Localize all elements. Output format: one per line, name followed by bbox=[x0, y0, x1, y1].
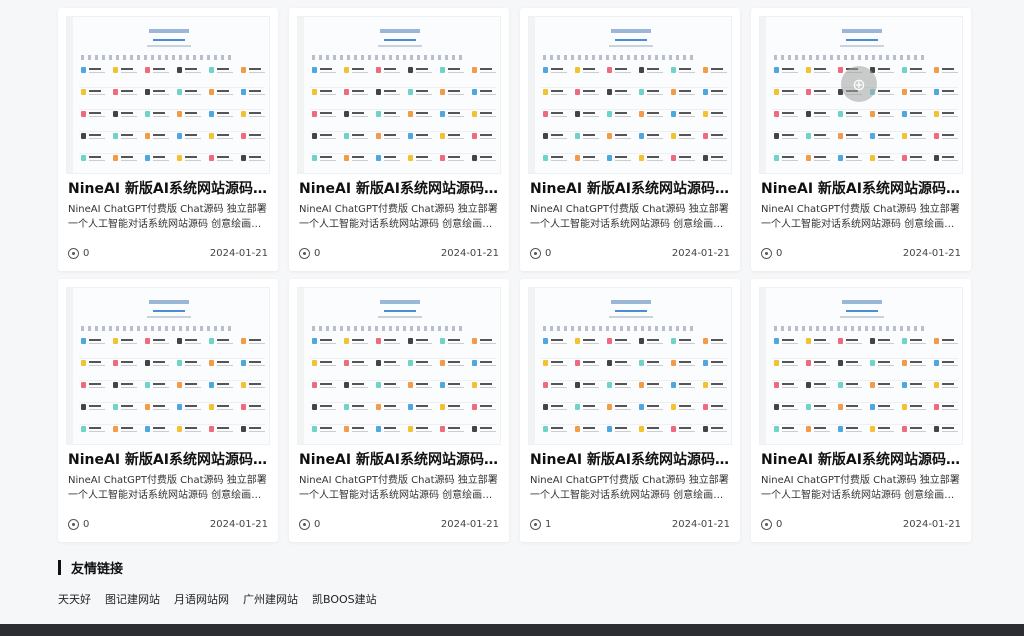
card-meta: 0 2024-01-21 bbox=[299, 519, 499, 530]
card-date: 2024-01-21 bbox=[440, 519, 499, 530]
friend-link-5[interactable]: 凯BOOS建站 bbox=[312, 591, 377, 607]
card-meta: 0 2024-01-21 bbox=[530, 248, 730, 259]
card-date: 2024-01-21 bbox=[671, 248, 730, 259]
view-count-value: 1 bbox=[545, 519, 552, 530]
card-description: NineAI ChatGPT付费版 Chat源码 独立部署 一个人工智能对话系统… bbox=[530, 475, 729, 501]
friend-link-2[interactable]: 图记建网站 bbox=[105, 591, 160, 607]
eye-icon bbox=[530, 248, 541, 259]
card-thumbnail[interactable] bbox=[66, 287, 270, 445]
friend-links-list: 天天好 图记建网站 月语网站网 广州建网站 凯BOOS建站 bbox=[58, 591, 377, 607]
card-title[interactable]: NineAI 新版AI系统网站源码 C... bbox=[530, 178, 730, 198]
eye-icon bbox=[299, 519, 310, 530]
view-count: 0 bbox=[68, 248, 89, 259]
card-title[interactable]: NineAI 新版AI系统网站源码 ... bbox=[68, 178, 268, 198]
eye-icon bbox=[530, 519, 541, 530]
card-description: NineAI ChatGPT付费版 Chat源码 独立部署 一个人工智能对话系统… bbox=[68, 204, 267, 230]
card-meta: 0 2024-01-21 bbox=[761, 519, 961, 530]
card-meta: 1 2024-01-21 bbox=[530, 519, 730, 530]
card-title[interactable]: NineAI 新版AI系统网站源码 C... bbox=[761, 178, 961, 198]
card-date: 2024-01-21 bbox=[902, 248, 961, 259]
friend-link-4[interactable]: 广州建网站 bbox=[243, 591, 298, 607]
link-icon[interactable]: ⊕ bbox=[841, 66, 877, 102]
product-card[interactable]: ⊕ NineAI 新版AI系统网站源码 C... NineAI ChatGPT付费版… bbox=[751, 8, 971, 271]
friend-links-title: 友情链接 bbox=[71, 562, 124, 577]
product-card[interactable]: NineAI 新版AI系统网站源码 C... NineAI ChatGPT付费版 … bbox=[751, 279, 971, 542]
eye-icon bbox=[761, 248, 772, 259]
card-thumbnail[interactable] bbox=[528, 16, 732, 174]
view-count-value: 0 bbox=[83, 248, 90, 259]
eye-icon bbox=[68, 248, 79, 259]
eye-icon bbox=[68, 519, 79, 530]
view-count: 0 bbox=[761, 248, 782, 259]
product-card[interactable]: NineAI 新版AI系统网站源码 ... NineAI ChatGPT付费版 C… bbox=[58, 279, 278, 542]
product-card[interactable]: NineAI 新版AI系统网站源码 C... NineAI ChatGPT付费版 … bbox=[520, 279, 740, 542]
friend-link-1[interactable]: 天天好 bbox=[58, 591, 91, 607]
view-count-value: 0 bbox=[776, 248, 783, 259]
card-thumbnail[interactable] bbox=[297, 16, 501, 174]
card-date: 2024-01-21 bbox=[440, 248, 499, 259]
friend-links-section: 友情链接 天天好 图记建网站 月语网站网 广州建网站 凯BOOS建站 bbox=[58, 558, 377, 607]
view-count-value: 0 bbox=[776, 519, 783, 530]
eye-icon bbox=[761, 519, 772, 530]
card-title[interactable]: NineAI 新版AI系统网站源码 ... bbox=[68, 449, 268, 469]
view-count: 1 bbox=[530, 519, 551, 530]
product-card[interactable]: NineAI 新版AI系统网站源码 C... NineAI ChatGPT付费版 … bbox=[289, 8, 509, 271]
card-date: 2024-01-21 bbox=[671, 519, 730, 530]
card-title[interactable]: NineAI 新版AI系统网站源码 C... bbox=[761, 449, 961, 469]
friend-link-3[interactable]: 月语网站网 bbox=[174, 591, 229, 607]
card-description: NineAI ChatGPT付费版 Chat源码 独立部署 一个人工智能对话系统… bbox=[530, 204, 729, 230]
eye-icon bbox=[299, 248, 310, 259]
card-meta: 0 2024-01-21 bbox=[761, 248, 961, 259]
view-count: 0 bbox=[299, 519, 320, 530]
heading-accent-bar bbox=[58, 560, 61, 575]
card-description: NineAI ChatGPT付费版 Chat源码 独立部署 一个人工智能对话系统… bbox=[761, 204, 960, 230]
card-description: NineAI ChatGPT付费版 Chat源码 独立部署 一个人工智能对话系统… bbox=[299, 204, 498, 230]
card-description: NineAI ChatGPT付费版 Chat源码 独立部署 一个人工智能对话系统… bbox=[761, 475, 960, 501]
card-date: 2024-01-21 bbox=[209, 519, 268, 530]
card-description: NineAI ChatGPT付费版 Chat源码 独立部署 一个人工智能对话系统… bbox=[299, 475, 498, 501]
footer bbox=[0, 624, 1024, 636]
card-grid: NineAI 新版AI系统网站源码 ... NineAI ChatGPT付费版 C… bbox=[58, 8, 971, 542]
card-thumbnail[interactable] bbox=[66, 16, 270, 174]
view-count: 0 bbox=[761, 519, 782, 530]
card-thumbnail[interactable] bbox=[528, 287, 732, 445]
card-description: NineAI ChatGPT付费版 Chat源码 独立部署 一个人工智能对话系统… bbox=[68, 475, 267, 501]
card-thumbnail[interactable] bbox=[297, 287, 501, 445]
card-thumbnail[interactable] bbox=[759, 287, 963, 445]
card-meta: 0 2024-01-21 bbox=[68, 519, 268, 530]
product-card[interactable]: NineAI 新版AI系统网站源码 C... NineAI ChatGPT付费版 … bbox=[289, 279, 509, 542]
view-count-value: 0 bbox=[314, 248, 321, 259]
card-meta: 0 2024-01-21 bbox=[68, 248, 268, 259]
card-date: 2024-01-21 bbox=[902, 519, 961, 530]
card-title[interactable]: NineAI 新版AI系统网站源码 C... bbox=[530, 449, 730, 469]
product-card[interactable]: NineAI 新版AI系统网站源码 ... NineAI ChatGPT付费版 C… bbox=[58, 8, 278, 271]
view-count-value: 0 bbox=[314, 519, 321, 530]
view-count: 0 bbox=[68, 519, 89, 530]
view-count: 0 bbox=[530, 248, 551, 259]
friend-links-heading: 友情链接 bbox=[58, 558, 377, 577]
card-title[interactable]: NineAI 新版AI系统网站源码 C... bbox=[299, 449, 499, 469]
view-count-value: 0 bbox=[83, 519, 90, 530]
card-title[interactable]: NineAI 新版AI系统网站源码 C... bbox=[299, 178, 499, 198]
product-card[interactable]: NineAI 新版AI系统网站源码 C... NineAI ChatGPT付费版 … bbox=[520, 8, 740, 271]
view-count: 0 bbox=[299, 248, 320, 259]
card-meta: 0 2024-01-21 bbox=[299, 248, 499, 259]
view-count-value: 0 bbox=[545, 248, 552, 259]
card-date: 2024-01-21 bbox=[209, 248, 268, 259]
